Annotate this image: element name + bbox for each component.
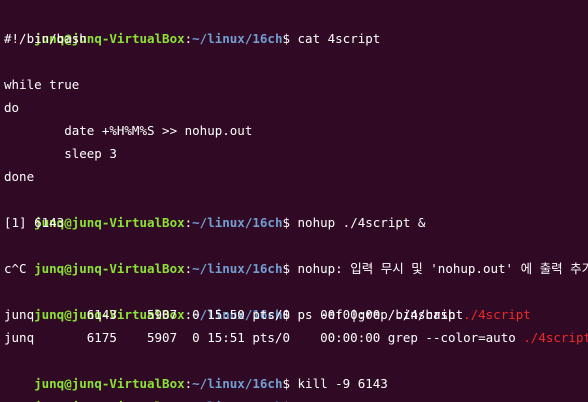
prompt-dollar: $ — [282, 261, 290, 276]
output-line: sleep 3 — [4, 146, 117, 161]
command-text: kill -9 6143 — [290, 376, 388, 391]
grep-match: ./4script — [523, 330, 588, 345]
prompt-user-host: junq@junq-VirtualBox — [34, 376, 185, 391]
prompt-dollar: $ — [282, 215, 290, 230]
output-line: do — [4, 100, 20, 115]
prompt-path: ~/linux/16ch — [192, 261, 283, 276]
output-line: done — [4, 169, 35, 184]
command-text: nohup: 입력 무시 및 'nohup.out' 에 출력 추가 — [290, 261, 588, 276]
prompt-dollar: $ — [282, 376, 290, 391]
terminal-line: junq@junq-VirtualBox:~/linux/16ch$ nohup… — [4, 234, 588, 276]
prompt-path: ~/linux/16ch — [192, 215, 283, 230]
terminal-line: junq@junq-VirtualBox:~/linux/16ch$ cat 4… — [4, 4, 588, 46]
terminal-line: junq@junq-VirtualBox:~/linux/16ch$ ps -e… — [4, 280, 588, 322]
command-text: nohup ./4script & — [290, 215, 426, 230]
prompt-user-host: junq@junq-VirtualBox — [34, 261, 185, 276]
process-row-text: junq 6175 5907 0 15:51 pts/0 00:00:00 gr… — [4, 330, 524, 345]
terminal-line: junq@junq-VirtualBox:~/linux/16ch$ nohup… — [4, 188, 588, 230]
terminal-line: junq@junq-VirtualBox:~/linux/16ch$ kill … — [4, 349, 588, 391]
process-row-text: junq 6143 5907 0 15:50 pts/0 00:00:00 /b… — [4, 307, 464, 322]
prompt-path: ~/linux/16ch — [192, 376, 283, 391]
process-row: junq 6143 5907 0 15:50 pts/0 00:00:00 /b… — [4, 303, 588, 326]
output-line: while true — [4, 77, 80, 92]
command-text: cat 4script — [290, 31, 381, 46]
prompt-path: ~/linux/16ch — [192, 31, 283, 46]
process-row: junq 6175 5907 0 15:51 pts/0 00:00:00 gr… — [4, 326, 588, 349]
prompt-dollar: $ — [282, 31, 290, 46]
terminal-window[interactable]: junq@junq-VirtualBox:~/linux/16ch$ cat 4… — [0, 0, 588, 402]
output-line: date +%H%M%S >> nohup.out — [4, 123, 253, 138]
grep-match: ./4script — [463, 307, 531, 322]
